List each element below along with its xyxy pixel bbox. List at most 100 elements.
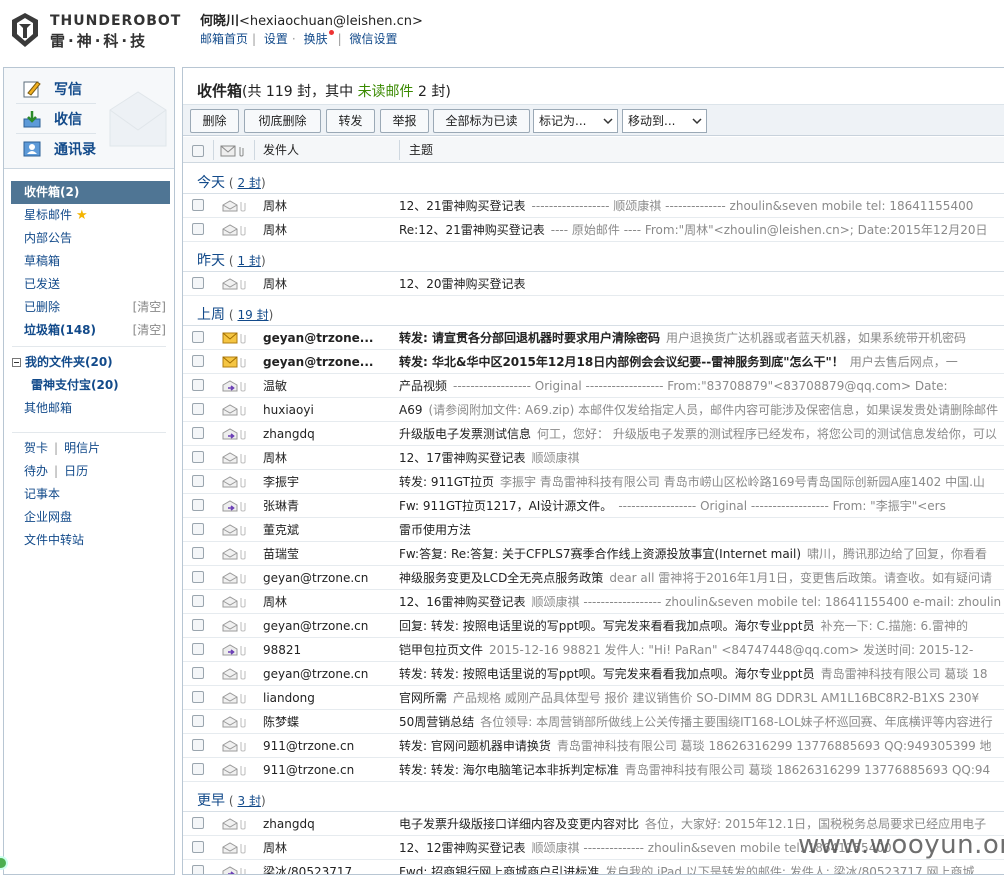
mail-row-checkbox[interactable] <box>192 199 204 211</box>
my-folders-toggle[interactable]: 我的文件夹(20) <box>4 351 174 374</box>
mail-row-checkbox[interactable] <box>192 331 204 343</box>
mail-row-checkbox[interactable] <box>192 817 204 829</box>
column-divider <box>213 140 214 160</box>
clear-spam-link[interactable]: [清空] <box>133 319 166 342</box>
mail-row-checkbox[interactable] <box>192 427 204 439</box>
mail-row[interactable]: 李振宇 转发: 911GT拉页 李振宇 青岛雷神科技有限公司 青岛市崂山区松岭路16… <box>183 470 1004 494</box>
mail-row-checkbox[interactable] <box>192 571 204 583</box>
mail-row-checkbox[interactable] <box>192 595 204 607</box>
folder-starred[interactable]: 星标邮件 ★ <box>4 204 174 227</box>
mail-row-checkbox[interactable] <box>192 643 204 655</box>
mail-row[interactable]: 周林 12、21雷神购买登记表 ------------------ 顺颂康祺 --… <box>183 194 1004 218</box>
subject-column-header[interactable]: 主题 <box>409 137 433 163</box>
wechat-settings-link[interactable]: 微信设置 <box>349 32 397 46</box>
mail-row[interactable]: 陈梦蝶 50周营销总结 各位领导: 本周营销部所做线上公关传播主要围绕IT168-L… <box>183 710 1004 734</box>
mail-row[interactable]: 周林 12、17雷神购买登记表 顺颂康祺 <box>183 446 1004 470</box>
contacts-button[interactable]: 通讯录 <box>22 136 96 162</box>
move-to-select[interactable]: 移动到... <box>622 109 707 133</box>
mail-row-checkbox[interactable] <box>192 715 204 727</box>
sender-column-header[interactable]: 发件人 <box>263 137 299 163</box>
delete-button[interactable]: 删除 <box>190 109 239 133</box>
folder-announcements[interactable]: 内部公告 <box>4 227 174 250</box>
date-group-count-link[interactable]: 19 封 <box>238 308 269 322</box>
mail-row[interactable]: 911@trzone.cn 转发: 转发: 海尔电脑笔记本非拆判定标准 青岛雷神科技… <box>183 758 1004 782</box>
mail-row[interactable]: geyan@trzone.cn 回复: 转发: 按照电话里说的写ppt呗。写完发来… <box>183 614 1004 638</box>
folder-other-mailboxes[interactable]: 其他邮箱 <box>4 397 174 420</box>
mail-row[interactable]: liandong 官网所需 产品规格 威刚产品具体型号 报价 建议销售价 SO-DI… <box>183 686 1004 710</box>
mail-row[interactable]: zhangdq 升级版电子发票测试信息 何工，您好： 升级版电子发票的测试程序已经发… <box>183 422 1004 446</box>
clear-deleted-link[interactable]: [清空] <box>133 296 166 319</box>
mail-row[interactable]: huxiaoyi A69 (请参阅附加文件: A69.zip) 本邮件仅发给指定人员… <box>183 398 1004 422</box>
report-button[interactable]: 举报 <box>380 109 429 133</box>
mail-row-checkbox[interactable] <box>192 223 204 235</box>
date-group-count-link[interactable]: 1 封 <box>238 254 261 268</box>
status-column-header[interactable] <box>220 137 246 163</box>
purge-button[interactable]: 彻底删除 <box>244 109 321 133</box>
mail-row[interactable]: 98821 铠甲包拉页文件 2015-12-16 98821 发件人: "Hi! P… <box>183 638 1004 662</box>
mail-sender: 周林 <box>263 841 288 855</box>
folder-alipay[interactable]: 雷神支付宝(20) <box>4 374 174 397</box>
date-group-count-link[interactable]: 3 封 <box>238 794 261 808</box>
notes-link[interactable]: 记事本 <box>4 483 174 506</box>
mail-row[interactable]: geyan@trzone.cn 转发: 转发: 按照电话里说的写ppt呗。写完发来… <box>183 662 1004 686</box>
forward-button[interactable]: 转发 <box>326 109 375 133</box>
mail-subject-cell: 12、16雷神购买登记表 顺颂康祺 ------------------ zhou… <box>399 590 1004 613</box>
mail-row-checkbox[interactable] <box>192 841 204 853</box>
calendar-link[interactable]: 日历 <box>64 464 88 478</box>
mark-all-read-button[interactable]: 全部标为已读 <box>433 109 530 133</box>
folder-deleted[interactable]: 已删除 [清空] <box>4 296 174 319</box>
mail-row-checkbox[interactable] <box>192 355 204 367</box>
mail-sender: 陈梦蝶 <box>263 715 300 729</box>
mail-row[interactable]: 梁冰/80523717 ... Fwd: 招商银行网上商城商户引进标准 发自我的 i… <box>183 860 1004 874</box>
postcard-link[interactable]: 明信片 <box>64 441 100 455</box>
file-transfer-link[interactable]: 文件中转站 <box>4 529 174 552</box>
select-all-checkbox[interactable] <box>192 144 204 157</box>
compose-button[interactable]: 写信 <box>22 76 82 102</box>
mail-row-checkbox[interactable] <box>192 739 204 751</box>
mail-row-checkbox[interactable] <box>192 619 204 631</box>
mail-row-checkbox[interactable] <box>192 523 204 535</box>
folder-inbox[interactable]: 收件箱(2) <box>11 181 170 204</box>
mail-row-checkbox[interactable] <box>192 475 204 487</box>
mail-row[interactable]: 张琳青 Fw: 911GT拉页1217，AI设计源文件。 -------------… <box>183 494 1004 518</box>
mail-row-checkbox[interactable] <box>192 763 204 775</box>
mail-row[interactable]: 911@trzone.cn 转发: 官网问题机器申请换货 青岛雷神科技有限公司 葛琰… <box>183 734 1004 758</box>
settings-link[interactable]: 设置 <box>264 32 288 46</box>
skin-link[interactable]: 换肤 <box>304 32 328 46</box>
enterprise-disk-link[interactable]: 企业网盘 <box>4 506 174 529</box>
mail-row-checkbox[interactable] <box>192 451 204 463</box>
mail-home-link[interactable]: 邮箱首页 <box>200 32 248 46</box>
mail-row-checkbox[interactable] <box>192 379 204 391</box>
mail-row[interactable]: geyan@trzone.cn 神级服务变更及LCD全无亮点服务政策 dear al… <box>183 566 1004 590</box>
mail-row[interactable]: 温敏 产品视频 ------------------ Original ------… <box>183 374 1004 398</box>
mail-row[interactable]: 苗瑞莹 Fw:答复: Re:答复: 关于CFPLS7赛季合作线上资源投放事宜(In… <box>183 542 1004 566</box>
read-envelope-icon <box>222 818 238 830</box>
mail-row-checkbox[interactable] <box>192 403 204 415</box>
mail-row-checkbox[interactable] <box>192 499 204 511</box>
mail-row-checkbox[interactable] <box>192 865 204 874</box>
attachment-clip-icon <box>240 868 246 874</box>
mail-row-checkbox[interactable] <box>192 667 204 679</box>
mail-row[interactable]: 董克斌 雷币使用方法 <box>183 518 1004 542</box>
mail-row[interactable]: 周林 12、20雷神购买登记表 <box>183 272 1004 296</box>
mail-row-checkbox[interactable] <box>192 547 204 559</box>
logo[interactable]: THUNDEROBOT 雷·神·科·技 <box>8 10 188 50</box>
mail-row[interactable]: geyan@trzone... 转发: 请宣贯各分部回退机器时要求用户清除密码 用户… <box>183 326 1004 350</box>
folder-drafts[interactable]: 草稿箱 <box>4 250 174 273</box>
greeting-card-link[interactable]: 贺卡 <box>24 441 48 455</box>
folder-sent[interactable]: 已发送 <box>4 273 174 296</box>
receive-button[interactable]: 收信 <box>22 106 82 132</box>
mail-row-checkbox[interactable] <box>192 691 204 703</box>
date-group-count-link[interactable]: 2 封 <box>238 176 261 190</box>
todo-link[interactable]: 待办 <box>24 464 48 478</box>
attachment-clip-icon <box>240 430 246 440</box>
mail-row[interactable]: 周林 12、16雷神购买登记表 顺颂康祺 ------------------ zh… <box>183 590 1004 614</box>
attachment-clip-icon <box>240 454 246 464</box>
mark-as-select[interactable]: 标记为... <box>533 109 618 133</box>
mail-row[interactable]: geyan@trzone... 转发: 华北&华中区2015年12月18日内部例会… <box>183 350 1004 374</box>
mail-row[interactable]: 周林 Re:12、21雷神购买登记表 ---- 原始邮件 ---- From:"周林… <box>183 218 1004 242</box>
mail-row-checkbox[interactable] <box>192 277 204 289</box>
folder-spam[interactable]: 垃圾箱(148) [清空] <box>4 319 174 342</box>
mail-subject-cell: 升级版电子发票测试信息 何工，您好： 升级版电子发票的测试程序已经发布，将您公司的… <box>399 422 1004 445</box>
unread-mail-link[interactable]: 未读邮件 <box>358 84 414 100</box>
